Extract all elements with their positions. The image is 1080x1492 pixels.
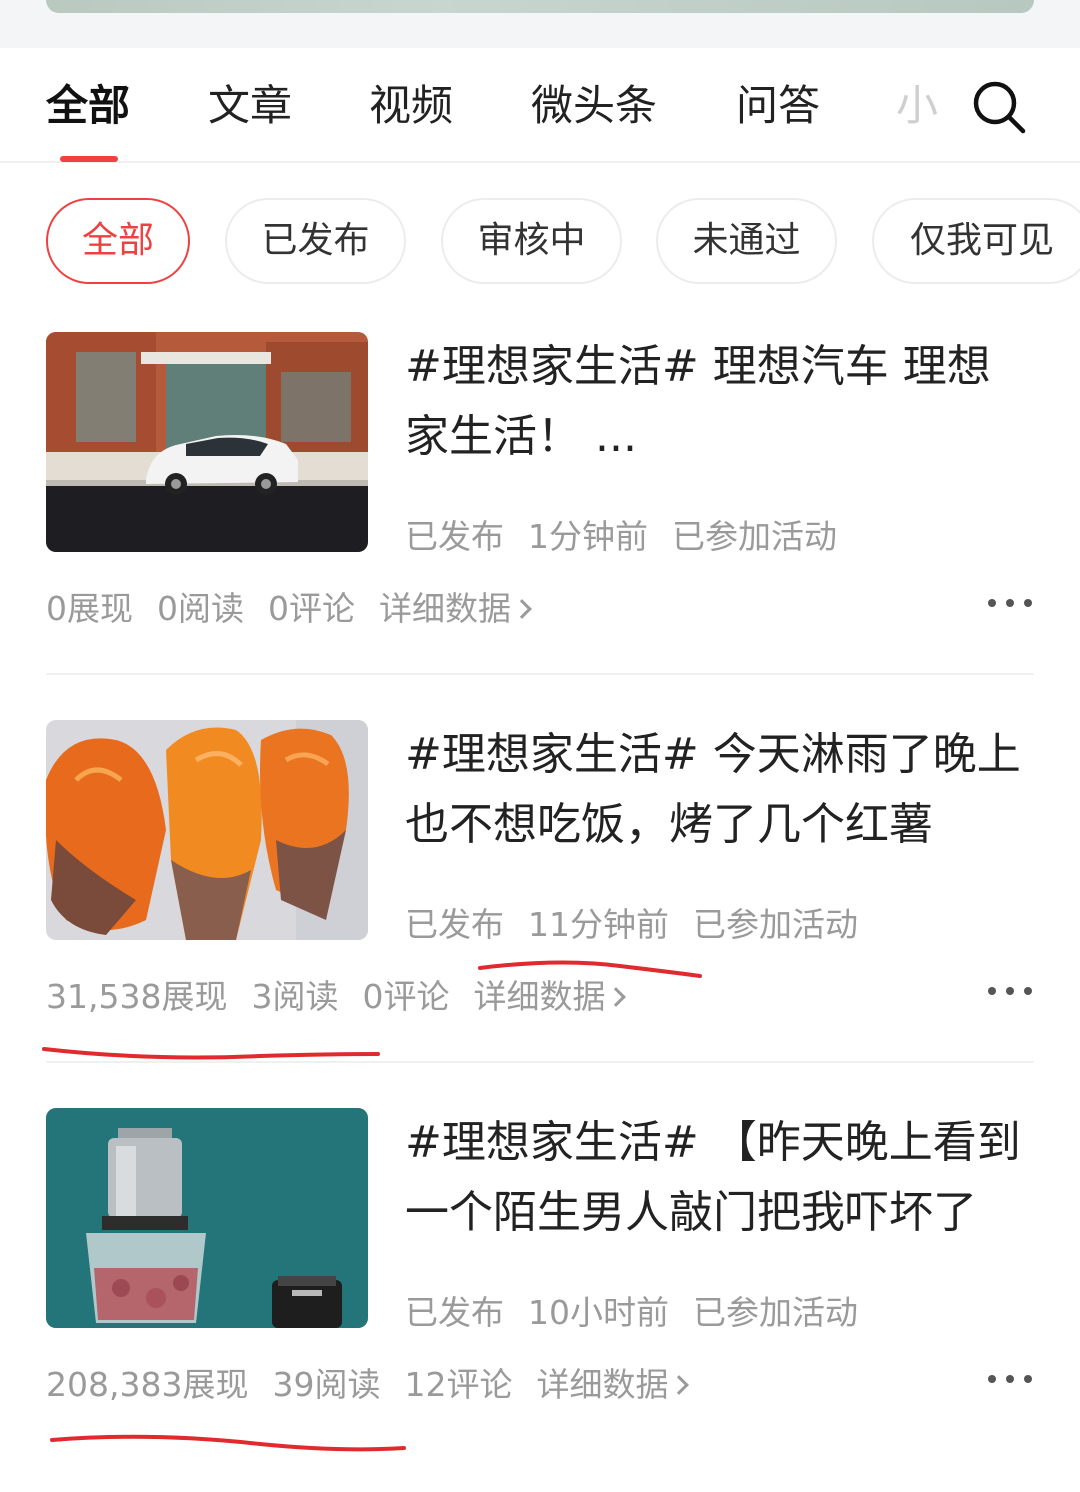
tab-qa[interactable]: 问答 bbox=[736, 78, 820, 134]
article-meta: 已发布 11分钟前 已参加活动 bbox=[405, 898, 882, 946]
article-title[interactable]: #理想家生活# 理想汽车 理想家生活！ ... bbox=[405, 332, 1030, 472]
reads-count: 3阅读 bbox=[251, 977, 339, 1016]
article-stats: 208,383展现 39阅读 12评论 详细数据 bbox=[46, 1358, 710, 1406]
more-dots-icon[interactable] bbox=[988, 987, 1032, 999]
publish-time: 1分钟前 bbox=[528, 517, 648, 556]
detail-data-link[interactable]: 详细数据 bbox=[536, 1365, 690, 1404]
activity-status: 已参加活动 bbox=[672, 517, 837, 556]
detail-data-link[interactable]: 详细数据 bbox=[473, 977, 627, 1016]
publish-time: 10小时前 bbox=[528, 1293, 669, 1332]
activity-status: 已参加活动 bbox=[693, 1293, 858, 1332]
tab-articles[interactable]: 文章 bbox=[208, 78, 292, 134]
article-thumbnail-car[interactable] bbox=[46, 332, 368, 552]
article-title[interactable]: #理想家生活# 今天淋雨了晚上也不想吃饭，烤了几个红薯 bbox=[405, 720, 1030, 860]
article-meta: 已发布 1分钟前 已参加活动 bbox=[405, 510, 861, 558]
impressions-count: 0展现 bbox=[46, 589, 133, 628]
filter-reviewing[interactable]: 审核中 bbox=[441, 198, 622, 284]
article-stats: 31,538展现 3阅读 0评论 详细数据 bbox=[46, 970, 647, 1018]
content-management-page: 全部 文章 视频 微头条 问答 小 全部 已发布 审核中 未通过 仅我可见 #理… bbox=[0, 0, 1080, 1492]
reads-count: 39阅读 bbox=[272, 1365, 381, 1404]
detail-data-link[interactable]: 详细数据 bbox=[379, 589, 532, 628]
underline-stats-2 bbox=[42, 1047, 380, 1060]
search-icon[interactable] bbox=[970, 78, 1028, 136]
publish-status: 已发布 bbox=[405, 517, 504, 556]
article-thumbnail-food-chopper[interactable] bbox=[46, 1108, 368, 1328]
article-meta: 已发布 10小时前 已参加活动 bbox=[405, 1286, 882, 1334]
comments-count: 0评论 bbox=[362, 977, 450, 1016]
article-title[interactable]: #理想家生活# 【昨天晚上看到一个陌生男人敲门把我吓坏了 bbox=[405, 1108, 1030, 1248]
tab-videos[interactable]: 视频 bbox=[369, 78, 453, 134]
filter-all[interactable]: 全部 bbox=[46, 198, 190, 284]
chevron-right-icon bbox=[606, 987, 627, 1007]
impressions-count: 31,538展现 bbox=[46, 977, 228, 1016]
more-dots-icon[interactable] bbox=[988, 1375, 1032, 1387]
filter-private[interactable]: 仅我可见 bbox=[872, 198, 1080, 284]
banner-card-edge[interactable] bbox=[46, 0, 1034, 13]
article-stats: 0展现 0阅读 0评论 详细数据 bbox=[46, 582, 553, 630]
tab-all[interactable]: 全部 bbox=[46, 78, 130, 134]
tab-more-partial[interactable]: 小 bbox=[896, 78, 938, 134]
comments-count: 12评论 bbox=[404, 1365, 513, 1404]
active-tab-indicator bbox=[60, 156, 118, 162]
top-banner-area bbox=[0, 0, 1080, 48]
publish-status: 已发布 bbox=[405, 1293, 504, 1332]
publish-status: 已发布 bbox=[405, 905, 504, 944]
comments-count: 0评论 bbox=[268, 589, 355, 628]
filter-published[interactable]: 已发布 bbox=[225, 198, 406, 284]
article-thumbnail-sweet-potatoes[interactable] bbox=[46, 720, 368, 940]
publish-time: 11分钟前 bbox=[528, 905, 669, 944]
activity-status: 已参加活动 bbox=[693, 905, 858, 944]
content-type-tabs: 全部 文章 视频 微头条 问答 小 bbox=[0, 48, 1080, 163]
chevron-right-icon bbox=[669, 1375, 690, 1395]
card-divider bbox=[46, 673, 1034, 675]
tab-micro-posts[interactable]: 微头条 bbox=[531, 78, 657, 134]
chevron-right-icon bbox=[512, 599, 532, 619]
underline-stats-3 bbox=[50, 1434, 406, 1452]
more-dots-icon[interactable] bbox=[988, 599, 1032, 611]
reads-count: 0阅读 bbox=[157, 589, 244, 628]
card-divider bbox=[46, 1061, 1034, 1063]
filter-rejected[interactable]: 未通过 bbox=[656, 198, 837, 284]
impressions-count: 208,383展现 bbox=[46, 1365, 249, 1404]
